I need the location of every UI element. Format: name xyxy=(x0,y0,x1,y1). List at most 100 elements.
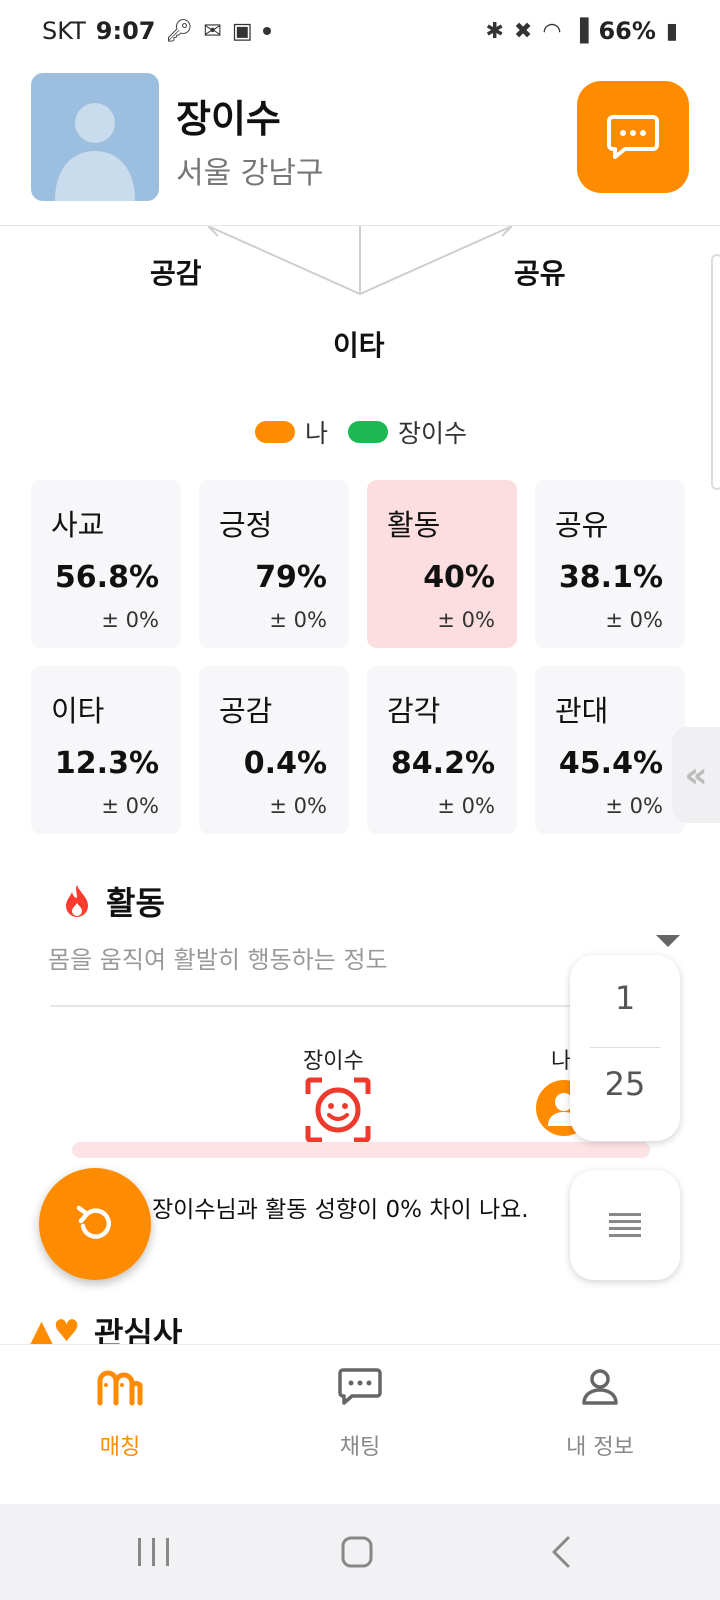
dropdown-triangle-icon[interactable] xyxy=(656,935,680,947)
fire-icon xyxy=(66,885,88,917)
current-page: 1 xyxy=(614,979,636,1017)
detail-description: 몸을 움직여 활발히 행동하는 정도 xyxy=(48,946,388,974)
legend-swatch-other xyxy=(348,421,389,443)
radar-label-empathy: 공감 xyxy=(150,257,202,290)
back-icon[interactable] xyxy=(552,1536,570,1568)
trait-diff: ± 0% xyxy=(437,608,495,632)
total-pages: 25 xyxy=(604,1065,646,1103)
legend: 나 장이수 xyxy=(255,414,467,450)
radar-label-altruism: 이타 xyxy=(333,329,385,362)
trait-value: 12.3% xyxy=(54,746,159,781)
system-nav-bar xyxy=(0,1504,720,1600)
legend-label-other: 장이수 xyxy=(398,419,468,448)
trait-value: 0.4% xyxy=(243,746,327,781)
status-right: ✱ ✖ ◠ ▐ 66% ▮ xyxy=(485,17,678,45)
legend-label-me: 나 xyxy=(305,419,329,448)
trait-name: 공감 xyxy=(219,694,273,728)
carrier: SKT xyxy=(42,17,86,45)
bottom-nav: 매칭 채팅 내 정보 xyxy=(0,1344,720,1504)
nav-label: 매칭 xyxy=(99,1435,141,1460)
nav-chat[interactable]: 채팅 xyxy=(280,1367,440,1461)
chat-button[interactable] xyxy=(577,81,689,193)
trait-name: 관대 xyxy=(555,694,609,728)
trait-card[interactable]: 사교 56.8% ± 0% xyxy=(31,480,181,648)
nav-matching[interactable]: 매칭 xyxy=(40,1367,200,1461)
nav-label: 내 정보 xyxy=(566,1435,634,1460)
interests-section-title: ▲♥ 관심사 xyxy=(30,1318,182,1344)
nav-my-info[interactable]: 내 정보 xyxy=(520,1367,680,1461)
radar-lines xyxy=(207,226,513,296)
radar-label-sharing: 공유 xyxy=(514,257,566,290)
nav-label: 채팅 xyxy=(339,1435,381,1460)
legend-swatch-me xyxy=(255,421,295,443)
mail-icon: ✉ xyxy=(203,18,222,44)
radar-chart: 공감 공유 이타 xyxy=(0,226,720,396)
comparison-me-label: 나 xyxy=(551,1049,572,1074)
face-scan-icon xyxy=(305,1077,371,1143)
page-divider xyxy=(590,1047,660,1048)
trait-card[interactable]: 긍정 79% ± 0% xyxy=(199,480,349,648)
interests-title: 관심사 xyxy=(93,1318,183,1344)
matching-icon xyxy=(97,1370,143,1406)
trait-value: 56.8% xyxy=(54,560,159,595)
signal-icon: ▐ xyxy=(571,18,589,44)
page-indicator[interactable]: 1 25 xyxy=(570,955,680,1141)
trait-card[interactable]: 감각 84.2% ± 0% xyxy=(367,666,517,834)
comparison-other-name: 장이수 xyxy=(303,1049,364,1074)
refresh-button[interactable] xyxy=(39,1168,151,1280)
trait-name: 공유 xyxy=(555,508,609,542)
status-bar: SKT 9:07 🔑︎ ✉ ▣ ✱ ✖ ◠ ▐ 66% ▮ xyxy=(0,0,720,62)
mute-icon: ✖ xyxy=(513,18,533,44)
scroll-indicator[interactable] xyxy=(711,254,720,490)
refresh-icon xyxy=(76,1205,112,1239)
battery-icon: ▮ xyxy=(665,18,678,44)
avatar[interactable] xyxy=(31,73,159,201)
trait-card[interactable]: 공감 0.4% ± 0% xyxy=(199,666,349,834)
trait-card-selected[interactable]: 활동 40% ± 0% xyxy=(367,480,517,648)
chat-bubble-icon xyxy=(607,115,659,159)
status-left: SKT 9:07 🔑︎ ✉ ▣ xyxy=(42,17,271,45)
user-location: 서울 강남구 xyxy=(176,156,324,191)
trait-name: 활동 xyxy=(387,508,441,542)
profile-icon xyxy=(582,1369,618,1405)
detail-title: 활동 xyxy=(106,884,165,922)
trait-card[interactable]: 공유 38.1% ± 0% xyxy=(535,480,685,648)
trait-name: 긍정 xyxy=(219,508,273,542)
detail-section-title: 활동 xyxy=(62,878,165,924)
interests-icon: ▲♥ xyxy=(30,1318,80,1344)
avatar-placeholder-icon xyxy=(55,103,135,201)
comparison-bar xyxy=(72,1142,650,1158)
trait-diff: ± 0% xyxy=(437,794,495,818)
bluetooth-icon: ✱ xyxy=(485,18,504,44)
trait-card[interactable]: 관대 45.4% ± 0% xyxy=(535,666,685,834)
notification-dot-icon xyxy=(262,27,271,35)
trait-value: 45.4% xyxy=(558,746,663,781)
double-chevron-left-icon: « xyxy=(684,754,708,796)
trait-name: 감각 xyxy=(387,694,441,728)
wifi-icon: ◠ xyxy=(542,18,562,44)
scan-icon: ▣ xyxy=(231,18,253,44)
trait-card[interactable]: 이타 12.3% ± 0% xyxy=(31,666,181,834)
trait-value: 40% xyxy=(423,560,495,595)
trait-diff: ± 0% xyxy=(269,794,327,818)
battery-level: 66% xyxy=(598,17,656,45)
chat-icon xyxy=(338,1368,382,1405)
clock: 9:07 xyxy=(95,17,156,45)
menu-lines-icon xyxy=(609,1213,641,1237)
trait-value: 84.2% xyxy=(390,746,495,781)
trait-diff: ± 0% xyxy=(269,608,327,632)
trait-name: 사교 xyxy=(51,508,105,542)
trait-diff: ± 0% xyxy=(101,794,159,818)
recent-apps-icon[interactable] xyxy=(138,1538,169,1566)
trait-diff: ± 0% xyxy=(605,794,663,818)
trait-value: 38.1% xyxy=(558,560,663,595)
list-view-button[interactable] xyxy=(570,1170,680,1280)
trait-diff: ± 0% xyxy=(605,608,663,632)
trait-value: 79% xyxy=(255,560,327,595)
profile-header: 장이수 서울 강남구 xyxy=(0,62,720,226)
home-icon[interactable] xyxy=(341,1536,373,1568)
trait-diff: ± 0% xyxy=(101,608,159,632)
side-drawer-handle[interactable]: « xyxy=(672,727,720,823)
divider xyxy=(50,1005,650,1007)
comparison-text: 장이수님과 활동 성향이 0% 차이 나요. xyxy=(152,1197,529,1223)
